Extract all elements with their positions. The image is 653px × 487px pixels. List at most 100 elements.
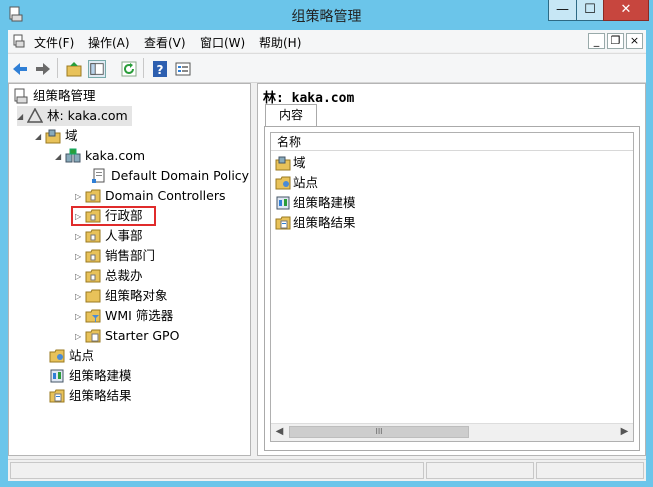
expand-arrow-icon[interactable]: ▷ xyxy=(75,307,85,327)
collapse-arrow-icon[interactable]: ◢ xyxy=(35,127,45,147)
ou-folder-icon xyxy=(85,269,101,282)
toolbar-separator xyxy=(143,58,144,78)
tree-item-label: Domain Controllers xyxy=(105,188,226,203)
toolbar: ? xyxy=(8,53,646,83)
tree-item-ou[interactable]: ▷ 销售部门 xyxy=(75,246,155,266)
tree-item-gpmc-root[interactable]: 组策略管理 xyxy=(13,86,96,106)
scroll-right-icon[interactable]: ▶ xyxy=(616,424,633,440)
ou-folder-icon xyxy=(85,249,101,262)
tree-item-wmi-filters[interactable]: ▷ WMI 筛选器 xyxy=(75,306,173,326)
client-area: 文件(F) 操作(A) 查看(V) 窗口(W) 帮助(H) _ ❐ × ? 组策… xyxy=(8,30,646,481)
tree-item-gp-results[interactable]: 组策略结果 xyxy=(49,386,132,406)
tree-item-label: 域 xyxy=(65,128,78,143)
menu-file[interactable]: 文件(F) xyxy=(34,34,74,51)
sites-icon xyxy=(275,176,291,189)
expand-arrow-icon[interactable]: ▷ xyxy=(75,267,85,287)
tab-contents[interactable]: 内容 xyxy=(265,104,317,127)
tree-item-domain[interactable]: ◢ kaka.com xyxy=(55,146,145,166)
forward-arrow-icon[interactable] xyxy=(34,60,52,78)
list-item-gp-results[interactable]: 组策略结果 xyxy=(275,213,356,233)
menu-bar: 文件(F) 操作(A) 查看(V) 窗口(W) 帮助(H) _ ❐ × xyxy=(8,30,646,52)
document-icon[interactable] xyxy=(12,34,26,48)
tree-item-sites[interactable]: 站点 xyxy=(49,346,94,366)
gp-results-icon xyxy=(275,216,291,229)
svg-text:?: ? xyxy=(157,63,164,77)
up-folder-icon[interactable] xyxy=(65,60,83,78)
tree-item-label: 组策略建模 xyxy=(69,368,132,383)
tree-item-forest[interactable]: ◢ 林: kaka.com xyxy=(17,106,132,126)
status-bar xyxy=(8,459,646,481)
tree-item-starter-gpo[interactable]: ▷ Starter GPO xyxy=(75,326,179,346)
tree-item-label: 站点 xyxy=(69,348,95,363)
ou-folder-icon xyxy=(85,189,101,202)
tree-item-label: 销售部门 xyxy=(105,248,156,263)
expand-arrow-icon[interactable]: ▷ xyxy=(75,247,85,267)
tree-item-gpo-container[interactable]: ▷ 组策略对象 xyxy=(75,286,168,306)
minimize-button[interactable]: — xyxy=(548,0,577,21)
horizontal-scrollbar[interactable]: ◀ III ▶ xyxy=(271,423,633,441)
app-window: 组策略管理 — ☐ ✕ 文件(F) 操作(A) 查看(V) 窗口(W) 帮助(H… xyxy=(0,0,653,487)
mdi-close-button[interactable]: × xyxy=(626,33,643,49)
tree-item-label: 组策略管理 xyxy=(33,88,96,103)
status-cell xyxy=(426,462,534,479)
tree-item-label: 组策略对象 xyxy=(105,288,168,303)
menu-view[interactable]: 查看(V) xyxy=(144,34,186,51)
properties-pane-icon[interactable] xyxy=(174,60,192,78)
tree-item-label: Starter GPO xyxy=(105,328,180,343)
tree-item-ou[interactable]: ▷ 总裁办 xyxy=(75,266,143,286)
tree-item-label: WMI 筛选器 xyxy=(105,308,174,323)
title-bar[interactable]: 组策略管理 — ☐ ✕ xyxy=(0,0,653,30)
expand-arrow-icon[interactable]: ▷ xyxy=(75,287,85,307)
menu-help[interactable]: 帮助(H) xyxy=(259,34,301,51)
gp-results-icon xyxy=(49,389,65,402)
gp-modeling-icon xyxy=(276,196,290,209)
list-item-label: 组策略结果 xyxy=(293,215,356,230)
tree-item-label: kaka.com xyxy=(85,148,146,163)
collapse-arrow-icon[interactable]: ◢ xyxy=(17,107,27,127)
list-item-gp-modeling[interactable]: 组策略建模 xyxy=(275,193,356,213)
collapse-arrow-icon[interactable]: ◢ xyxy=(55,147,65,167)
list-item-label: 组策略建模 xyxy=(293,195,356,210)
help-icon[interactable]: ? xyxy=(151,60,169,78)
mdi-minimize-button[interactable]: _ xyxy=(588,33,605,49)
sites-icon xyxy=(49,349,65,362)
back-arrow-icon[interactable] xyxy=(11,60,29,78)
tree-item-label: 总裁办 xyxy=(105,268,143,283)
tree-item-label: Default Domain Policy xyxy=(111,168,250,183)
starter-gpo-folder-icon xyxy=(85,329,101,342)
gpo-link-icon xyxy=(92,168,105,183)
forest-icon xyxy=(27,107,43,123)
domains-icon xyxy=(45,129,61,143)
refresh-icon[interactable] xyxy=(120,60,138,78)
domains-icon xyxy=(275,156,291,170)
tree-item-ou[interactable]: ▷ Domain Controllers xyxy=(75,186,225,206)
domain-icon xyxy=(65,148,81,162)
gpo-folder-icon xyxy=(85,289,101,302)
scroll-left-icon[interactable]: ◀ xyxy=(271,424,288,440)
gpmc-icon xyxy=(14,88,28,103)
list-item-label: 域 xyxy=(293,155,306,170)
tree-item-default-domain-policy[interactable]: Default Domain Policy xyxy=(91,166,249,186)
tree-item-ou[interactable]: ▷ 人事部 xyxy=(75,226,143,246)
menu-action[interactable]: 操作(A) xyxy=(88,34,130,51)
status-cell xyxy=(536,462,644,479)
show-hide-tree-icon[interactable] xyxy=(88,60,106,78)
tree-item-domains[interactable]: ◢ 域 xyxy=(35,126,78,146)
ou-folder-icon xyxy=(85,229,101,242)
expand-arrow-icon[interactable]: ▷ xyxy=(75,187,85,207)
close-button[interactable]: ✕ xyxy=(603,0,649,21)
menu-window[interactable]: 窗口(W) xyxy=(200,34,245,51)
tree-item-gp-modeling[interactable]: 组策略建模 xyxy=(49,366,132,386)
column-header-name[interactable]: 名称 xyxy=(271,133,633,151)
expand-arrow-icon[interactable]: ▷ xyxy=(75,327,85,347)
list-item-domains[interactable]: 域 xyxy=(275,153,306,173)
maximize-button[interactable]: ☐ xyxy=(576,0,604,21)
console-tree-pane: 组策略管理 ◢ 林: kaka.com ◢ 域 ◢ kaka.com Default … xyxy=(8,83,251,456)
expand-arrow-icon[interactable]: ▷ xyxy=(75,227,85,247)
mdi-restore-button[interactable]: ❐ xyxy=(607,33,624,49)
list-item-sites[interactable]: 站点 xyxy=(275,173,318,193)
scrollbar-thumb[interactable]: III xyxy=(289,426,469,438)
tree-item-label: 人事部 xyxy=(105,228,143,243)
highlight-box xyxy=(71,206,156,226)
list-item-label: 站点 xyxy=(293,175,319,190)
